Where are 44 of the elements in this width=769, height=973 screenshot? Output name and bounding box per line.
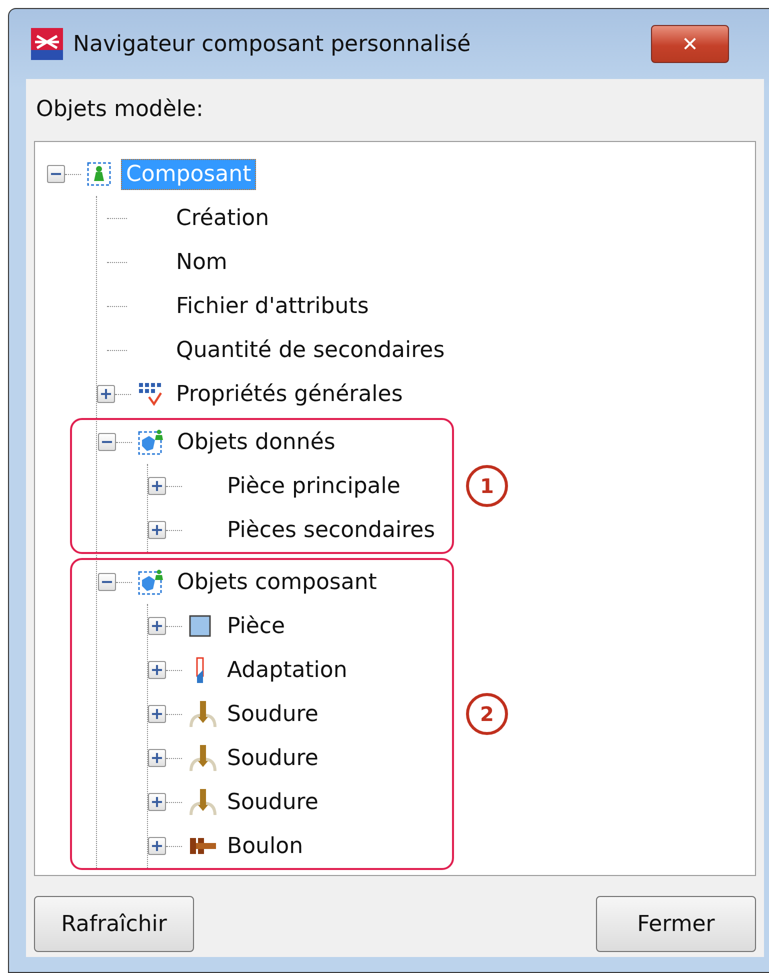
figure-icon xyxy=(87,162,111,186)
expand-toggle[interactable] xyxy=(148,705,166,723)
tree-item[interactable]: Quantité de secondaires xyxy=(171,334,450,366)
tree-item[interactable]: Propriétés générales xyxy=(171,378,408,410)
expand-toggle[interactable] xyxy=(148,521,166,539)
expand-toggle[interactable] xyxy=(148,617,166,635)
close-dialog-button[interactable]: Fermer xyxy=(596,896,756,952)
tree-item[interactable]: Création xyxy=(171,202,274,234)
tree-label: Objets modèle: xyxy=(35,96,204,124)
collapse-toggle[interactable] xyxy=(47,165,65,183)
tree-item[interactable]: Soudure xyxy=(222,786,324,818)
tree-item[interactable]: Soudure xyxy=(222,742,324,774)
expand-toggle[interactable] xyxy=(97,385,115,403)
tree-item[interactable]: Fichier d'attributs xyxy=(171,290,374,322)
expand-toggle[interactable] xyxy=(148,793,166,811)
tree-item[interactable]: Adaptation xyxy=(222,654,352,686)
tree-item[interactable]: Pièce principale xyxy=(222,470,406,502)
collapse-toggle[interactable] xyxy=(98,573,116,591)
tree-item[interactable]: Nom xyxy=(171,246,232,278)
refresh-button[interactable]: Rafraîchir xyxy=(34,896,194,952)
tree-item[interactable]: Objets donnés xyxy=(172,426,340,458)
expand-toggle[interactable] xyxy=(148,749,166,767)
tree-item[interactable]: Pièces secondaires xyxy=(222,514,440,546)
tree-item[interactable]: Soudure xyxy=(222,698,324,730)
objects-icon xyxy=(138,429,164,455)
square-icon xyxy=(188,614,212,638)
tree-item[interactable]: Objets composant xyxy=(172,566,382,598)
expand-toggle[interactable] xyxy=(148,661,166,679)
collapse-toggle[interactable] xyxy=(98,433,116,451)
app-logo-icon xyxy=(29,26,65,62)
callout-number: 1 xyxy=(466,465,508,507)
expand-toggle[interactable] xyxy=(148,477,166,495)
tree-item[interactable]: Boulon xyxy=(222,830,308,862)
expand-toggle[interactable] xyxy=(148,837,166,855)
tree-item[interactable]: Pièce xyxy=(222,610,290,642)
objects-icon xyxy=(138,569,164,595)
window-title: Navigateur composant personnalisé xyxy=(73,32,471,56)
close-button[interactable]: ✕ xyxy=(651,25,729,63)
weld-icon xyxy=(188,743,218,773)
callout-number: 2 xyxy=(466,693,508,735)
properties-icon xyxy=(137,381,163,407)
weld-icon xyxy=(188,787,218,817)
weld-icon xyxy=(188,699,218,729)
bolt-icon xyxy=(188,835,218,857)
